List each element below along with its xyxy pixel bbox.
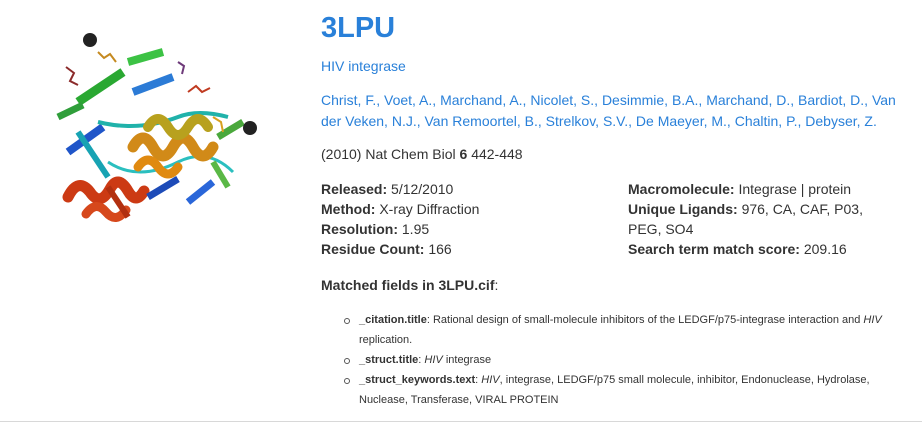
field-text: replication.: [359, 334, 413, 346]
citation: (2010) Nat Chem Biol 6 442-448: [321, 145, 911, 163]
pdb-id-link[interactable]: 3LPU: [321, 11, 395, 45]
resolution-label: Resolution:: [321, 221, 398, 237]
field-highlight: HIV: [481, 374, 500, 386]
author-link[interactable]: Marchand, D.,: [706, 92, 794, 108]
resolution-value: 1.95: [401, 221, 430, 237]
author-link[interactable]: Nicolet, S.,: [530, 92, 598, 108]
facts-left-column: Released: 5/12/2010 Method: X-ray Diffra…: [321, 179, 628, 259]
matched-heading-prefix: Matched fields in: [321, 277, 435, 293]
score-value: 209.16: [803, 241, 847, 257]
author-link[interactable]: Desimmie, B.A.,: [602, 92, 702, 108]
field-name: _struct_keywords.text: [359, 374, 476, 386]
released-value: 5/12/2010: [391, 181, 454, 197]
author-link[interactable]: Strelkov, S.V.,: [546, 113, 632, 129]
residue-count-label: Residue Count:: [321, 241, 425, 257]
author-link[interactable]: Marchand, A.,: [440, 92, 526, 108]
ligands-label: Unique Ligands:: [628, 201, 738, 217]
residue-count-value: 166: [428, 241, 452, 257]
matched-fields-list: _citation.title: Rational design of smal…: [321, 310, 919, 410]
field-highlight: HIV: [424, 354, 443, 366]
method-value: X-ray Diffraction: [379, 201, 480, 217]
field-name: _struct.title: [359, 354, 419, 366]
citation-volume: 6: [459, 146, 468, 162]
macromolecule-row: Macromolecule: Integrase | protein: [628, 179, 898, 199]
resolution-row: Resolution: 1.95: [321, 219, 628, 239]
matched-field-item: _citation.title: Rational design of smal…: [344, 310, 919, 350]
ligands-row: Unique Ligands: 976, CA, CAF, P03, PEG, …: [628, 199, 898, 239]
citation-journal: (2010) Nat Chem Biol: [321, 146, 456, 162]
macromolecule-value: Integrase | protein: [738, 181, 852, 197]
matched-heading-suffix: :: [494, 277, 499, 293]
author-link[interactable]: Voet, A.,: [384, 92, 436, 108]
score-label: Search term match score:: [628, 241, 800, 257]
released-label: Released:: [321, 181, 388, 197]
facts-right-column: Macromolecule: Integrase | protein Uniqu…: [628, 179, 898, 259]
author-link[interactable]: De Maeyer, M.,: [636, 113, 731, 129]
field-text: integrase: [442, 354, 492, 366]
author-list: Christ, F., Voet, A., Marchand, A., Nico…: [321, 90, 911, 132]
bottom-divider: [0, 421, 922, 422]
protein-structure-image: [56, 33, 257, 222]
entry-facts: Released: 5/12/2010 Method: X-ray Diffra…: [321, 179, 911, 259]
residue-count-row: Residue Count: 166: [321, 239, 628, 259]
entry-summary: 3LPU HIV integrase Christ, F., Voet, A.,…: [321, 0, 911, 410]
author-link[interactable]: Chaltin, P.,: [735, 113, 802, 129]
matched-fields-heading: Matched fields in 3LPU.cif:: [321, 276, 911, 294]
author-link[interactable]: Bardiot, D.,: [798, 92, 868, 108]
matched-filename: 3LPU.cif: [438, 277, 495, 293]
released-row: Released: 5/12/2010: [321, 179, 628, 199]
matched-field-item: _struct_keywords.text: HIV, integrase, L…: [344, 370, 919, 410]
author-link[interactable]: Christ, F.,: [321, 92, 380, 108]
score-row: Search term match score: 209.16: [628, 239, 898, 259]
structure-thumbnail[interactable]: [38, 22, 270, 234]
macromolecule-label: Macromolecule:: [628, 181, 735, 197]
field-highlight: HIV: [863, 314, 882, 326]
field-text: Rational design of small-molecule inhibi…: [432, 314, 864, 326]
author-link[interactable]: Van Remoortel, B.,: [425, 113, 542, 129]
author-link[interactable]: Debyser, Z.: [805, 113, 877, 129]
citation-pages: 442-448: [471, 146, 523, 162]
matched-field-item: _struct.title: HIV integrase: [344, 350, 919, 370]
structure-title-link[interactable]: HIV integrase: [321, 57, 911, 75]
method-row: Method: X-ray Diffraction: [321, 199, 628, 219]
field-name: _citation.title: [359, 314, 427, 326]
method-label: Method:: [321, 201, 376, 217]
